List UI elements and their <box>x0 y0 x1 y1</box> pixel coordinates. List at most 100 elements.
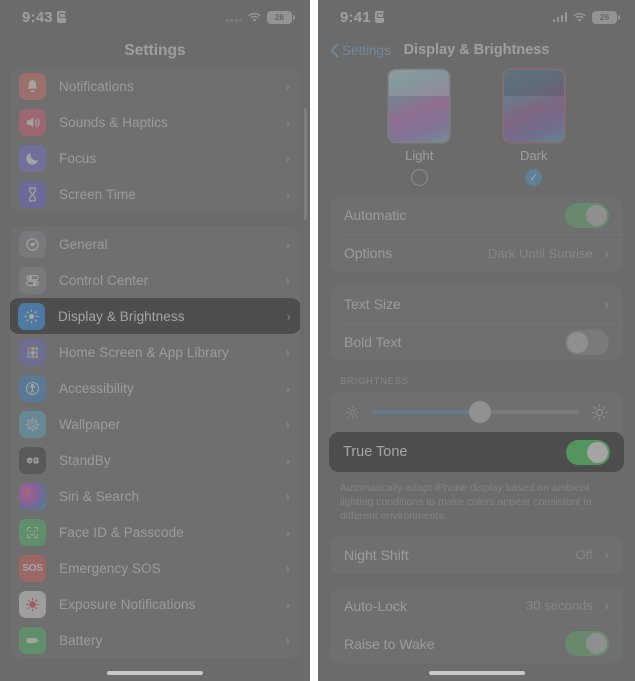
home-indicator <box>107 671 203 675</box>
sidebar-item-label: Display & Brightness <box>58 308 185 324</box>
sidebar-item-emergency-sos[interactable]: SOS Emergency SOS › <box>10 550 300 586</box>
sidebar-item-label: Siri & Search <box>59 488 140 504</box>
sidebar-item-label: Face ID & Passcode <box>59 524 184 540</box>
sidebar-item-siri-search[interactable]: Siri & Search › <box>10 478 300 514</box>
chevron-right-icon: › <box>286 308 291 324</box>
row-true-tone[interactable]: True Tone <box>329 432 624 472</box>
checkmark-icon: ✓ <box>529 172 539 184</box>
exposure-icon <box>19 590 46 618</box>
wallpaper-icon <box>19 410 46 438</box>
sidebar-item-label: Wallpaper <box>59 416 121 432</box>
sidebar-item-general[interactable]: General › <box>10 226 300 262</box>
true-tone-description: Automatically adapt iPhone display based… <box>340 482 592 523</box>
accessibility-icon <box>19 374 46 402</box>
app-grid-icon <box>19 338 46 366</box>
sun-large-icon <box>590 403 609 422</box>
speaker-icon <box>19 108 46 136</box>
raise-to-wake-toggle[interactable] <box>565 631 609 657</box>
sidebar-item-sounds-haptics[interactable]: Sounds & Haptics › <box>10 104 300 140</box>
sidebar-item-control-center[interactable]: Control Center › <box>10 262 300 298</box>
row-label: True Tone <box>343 444 408 460</box>
chevron-right-icon: › <box>285 632 290 648</box>
bell-icon <box>19 72 46 100</box>
row-value: Dark Until Sunrise <box>487 245 593 261</box>
toggle-knob <box>567 331 588 353</box>
light-preview-thumbnail[interactable] <box>389 70 450 142</box>
row-raise-to-wake[interactable]: Raise to Wake <box>330 624 623 663</box>
brightness-section-header: BRIGHTNESS <box>340 376 409 387</box>
preview-band <box>389 70 450 96</box>
sidebar-item-label: Control Center <box>59 272 149 288</box>
brightness-slider-knob[interactable] <box>468 401 491 423</box>
sidebar-item-screen-time[interactable]: Screen Time › <box>10 176 300 212</box>
right-status-left: 9:41 <box>340 9 384 26</box>
sidebar-item-accessibility[interactable]: Accessibility › <box>10 370 300 406</box>
brightness-group: True Tone <box>329 392 624 472</box>
lock-settings-group: Auto-Lock 30 seconds › Raise to Wake <box>330 586 623 663</box>
row-auto-lock[interactable]: Auto-Lock 30 seconds › <box>330 587 623 625</box>
settings-group-notifications: Notifications › Sounds & Haptics › Focus… <box>10 68 300 212</box>
sidebar-item-standby[interactable]: StandBy › <box>10 442 300 478</box>
sidebar-item-wallpaper[interactable]: Wallpaper › <box>10 406 300 442</box>
row-label: Auto-Lock <box>344 597 408 614</box>
sidebar-item-label: Accessibility <box>59 380 134 396</box>
appearance-option-light[interactable]: Light <box>377 70 461 186</box>
chevron-left-icon <box>330 43 339 58</box>
bold-text-toggle[interactable] <box>565 329 609 355</box>
lock-portrait-icon <box>374 11 384 23</box>
row-label: Automatic <box>344 207 407 223</box>
row-bold-text[interactable]: Bold Text <box>330 323 623 361</box>
dark-preview-thumbnail[interactable] <box>503 70 564 142</box>
sidebar-item-label: Sounds & Haptics <box>59 114 168 130</box>
sos-icon: SOS <box>19 554 46 582</box>
light-radio-button[interactable] <box>410 169 428 186</box>
brightness-icon <box>18 302 45 330</box>
chevron-right-icon: › <box>285 416 290 432</box>
right-phone-display-brightness: 9:41 26 Settings Display & Brightness Li… <box>318 0 635 681</box>
sidebar-item-notifications[interactable]: Notifications › <box>10 68 300 104</box>
row-options[interactable]: Options Dark Until Sunrise › <box>330 234 623 272</box>
sidebar-item-battery[interactable]: Battery › <box>10 622 300 658</box>
back-button-label: Settings <box>342 42 391 58</box>
right-status-time: 9:41 <box>340 8 371 26</box>
chevron-right-icon: › <box>285 596 290 612</box>
brightness-slider-track[interactable] <box>372 401 579 423</box>
row-night-shift[interactable]: Night Shift Off › <box>330 536 623 574</box>
appearance-label: Dark <box>520 148 548 163</box>
sidebar-item-label: Emergency SOS <box>59 560 161 576</box>
left-scrollbar[interactable] <box>304 108 307 220</box>
chevron-right-icon: › <box>285 452 290 468</box>
brightness-slider-row[interactable] <box>330 392 623 432</box>
left-page-title: Settings <box>124 42 186 59</box>
sidebar-item-label: General <box>59 236 108 252</box>
appearance-option-dark[interactable]: Dark ✓ <box>492 70 576 186</box>
back-button[interactable]: Settings <box>330 43 391 58</box>
chevron-right-icon: › <box>604 547 609 563</box>
chevron-right-icon: › <box>285 380 290 396</box>
row-automatic[interactable]: Automatic <box>330 196 623 234</box>
sun-small-icon <box>344 404 361 421</box>
appearance-selector: Light Dark ✓ <box>318 66 635 188</box>
gear-icon <box>19 230 46 258</box>
automatic-toggle[interactable] <box>565 202 609 228</box>
row-text-size[interactable]: Text Size › <box>330 285 623 323</box>
sidebar-item-display-brightness[interactable]: Display & Brightness › <box>10 298 300 334</box>
moon-icon <box>19 144 46 172</box>
battery-indicator: 26 <box>267 10 295 24</box>
left-settings-scroll[interactable]: Notifications › Sounds & Haptics › Focus… <box>0 68 310 658</box>
dark-radio-button[interactable]: ✓ <box>525 169 543 186</box>
sidebar-item-exposure-notifications[interactable]: Exposure Notifications › <box>10 586 300 622</box>
true-tone-toggle[interactable] <box>566 439 610 465</box>
sidebar-item-focus[interactable]: Focus › <box>10 140 300 176</box>
sidebar-item-label: Focus <box>59 150 97 166</box>
sidebar-item-face-id-passcode[interactable]: Face ID & Passcode › <box>10 514 300 550</box>
row-label: Night Shift <box>344 546 409 563</box>
settings-group-system: General › Control Center › Display & Bri… <box>10 226 300 658</box>
right-status-right: 26 <box>552 10 620 24</box>
appearance-settings-group: Automatic Options Dark Until Sunrise › <box>330 196 623 272</box>
preview-band <box>503 70 564 96</box>
chevron-right-icon: › <box>604 598 609 614</box>
toggle-knob <box>587 441 608 463</box>
sidebar-item-home-screen[interactable]: Home Screen & App Library › <box>10 334 300 370</box>
right-status-bar: 9:41 26 <box>318 0 635 34</box>
